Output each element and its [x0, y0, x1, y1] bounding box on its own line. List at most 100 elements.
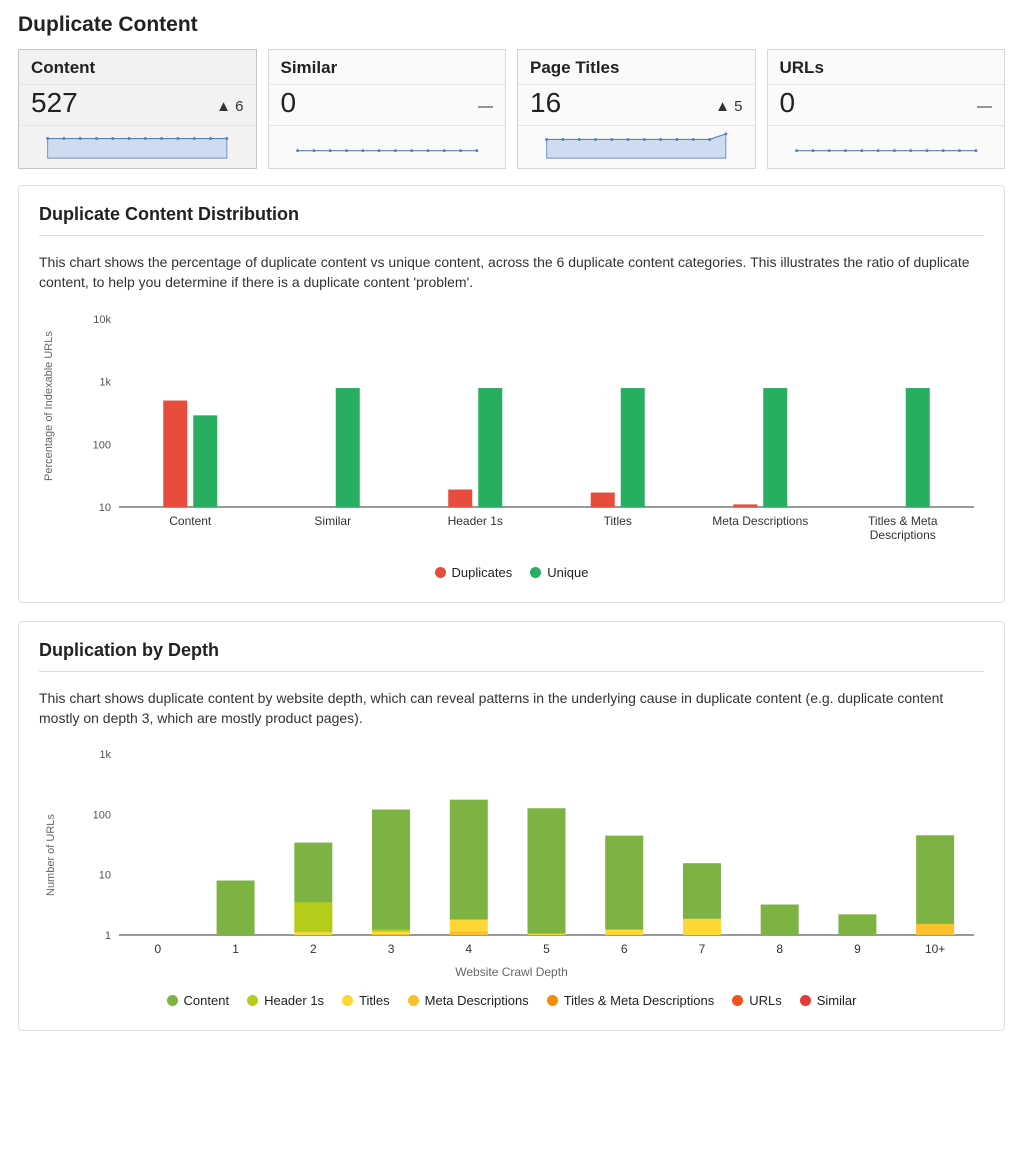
legend-dot [547, 995, 558, 1006]
legend-label: Header 1s [264, 993, 324, 1008]
metric-value-row: 0— [269, 85, 506, 126]
sparkline-wrap [19, 126, 256, 168]
legend-dot [408, 995, 419, 1006]
legend-dot [732, 995, 743, 1006]
sparkline-wrap [768, 126, 1005, 168]
depth-chart-svg: 1 10 100 1k 0 1 2 3 4 5 6 7 8 9 10+ [39, 746, 984, 961]
svg-text:0: 0 [155, 942, 162, 956]
metric-value: 527 [31, 87, 78, 119]
legend-label: URLs [749, 993, 782, 1008]
panel-description: This chart shows duplicate content by we… [39, 688, 984, 729]
panel-title: Duplication by Depth [39, 640, 984, 661]
svg-text:10+: 10+ [925, 942, 945, 956]
chart-legend: Content Header 1s Titles Meta Descriptions T… [39, 993, 984, 1008]
svg-text:4: 4 [465, 942, 472, 956]
metric-label: URLs [768, 50, 1005, 85]
legend-item[interactable]: URLs [732, 993, 782, 1008]
legend-label: Similar [817, 993, 857, 1008]
y-axis-label: Percentage of Indexable URLs [43, 331, 55, 481]
distribution-panel: Duplicate Content Distribution This char… [18, 185, 1005, 603]
svg-text:100: 100 [93, 439, 111, 451]
svg-text:8: 8 [776, 942, 783, 956]
depth-panel: Duplication by Depth This chart shows du… [18, 621, 1005, 1032]
legend-label: Titles & Meta Descriptions [564, 993, 715, 1008]
sparkline [778, 132, 995, 160]
svg-text:10: 10 [99, 502, 111, 514]
legend-label: Content [184, 993, 230, 1008]
legend-dot [800, 995, 811, 1006]
legend-item[interactable]: Similar [800, 993, 857, 1008]
metric-label: Page Titles [518, 50, 755, 85]
svg-text:3: 3 [388, 942, 395, 956]
metric-delta: — [478, 98, 493, 119]
svg-text:2: 2 [310, 942, 317, 956]
svg-text:100: 100 [93, 810, 111, 822]
sparkline [279, 132, 496, 160]
metric-card-similar[interactable]: Similar0— [268, 49, 507, 169]
svg-text:Descriptions: Descriptions [870, 528, 936, 542]
svg-text:1: 1 [232, 942, 239, 956]
metric-card-urls[interactable]: URLs0— [767, 49, 1006, 169]
page-title: Duplicate Content [18, 13, 1005, 37]
svg-text:Titles & Meta: Titles & Meta [868, 514, 938, 528]
metric-value: 16 [530, 87, 561, 119]
sparkline-wrap [518, 126, 755, 168]
svg-text:10k: 10k [93, 314, 111, 326]
legend-label: Meta Descriptions [425, 993, 529, 1008]
divider [39, 235, 984, 236]
y-axis-label: Number of URLs [45, 814, 57, 896]
svg-text:Content: Content [169, 514, 212, 528]
legend-dot [530, 567, 541, 578]
legend-label: Titles [359, 993, 390, 1008]
legend-label: Unique [547, 565, 588, 580]
legend-item[interactable]: Header 1s [247, 993, 324, 1008]
legend-item[interactable]: Titles & Meta Descriptions [547, 993, 715, 1008]
svg-text:Similar: Similar [314, 514, 351, 528]
x-axis-label: Website Crawl Depth [39, 965, 984, 979]
svg-text:6: 6 [621, 942, 628, 956]
legend-item-duplicates[interactable]: Duplicates [435, 565, 513, 580]
metric-value-row: 0— [768, 85, 1005, 126]
legend-dot [247, 995, 258, 1006]
svg-text:9: 9 [854, 942, 861, 956]
metric-delta: — [977, 98, 992, 119]
metric-delta: ▲ 6 [216, 98, 243, 119]
legend-dot [435, 567, 446, 578]
metric-cards-row: Content527▲ 6Similar0—Page Titles16▲ 5UR… [18, 49, 1005, 169]
legend-item[interactable]: Meta Descriptions [408, 993, 529, 1008]
metric-label: Similar [269, 50, 506, 85]
metric-value: 0 [281, 87, 297, 119]
legend-dot [167, 995, 178, 1006]
metric-label: Content [19, 50, 256, 85]
sparkline [528, 132, 745, 160]
chart-legend: Duplicates Unique [39, 565, 984, 580]
svg-text:5: 5 [543, 942, 550, 956]
depth-chart: Number of URLs 1 10 100 1k 0 1 2 3 4 5 6 7 8 9 10+ Web… [39, 746, 984, 1008]
legend-item[interactable]: Content [167, 993, 230, 1008]
panel-description: This chart shows the percentage of dupli… [39, 252, 984, 293]
legend-item-unique[interactable]: Unique [530, 565, 588, 580]
svg-text:Meta Descriptions: Meta Descriptions [712, 514, 808, 528]
svg-text:10: 10 [99, 870, 111, 882]
metric-card-content[interactable]: Content527 ▲ 6 [18, 49, 257, 169]
divider [39, 671, 984, 672]
metric-card-page-titles[interactable]: Page Titles16 ▲ 5 [517, 49, 756, 169]
svg-text:7: 7 [699, 942, 706, 956]
metric-delta: ▲ 5 [715, 98, 742, 119]
distribution-chart: Percentage of Indexable URLs 10 100 1k 10k C… [39, 311, 984, 580]
svg-text:Titles: Titles [604, 514, 632, 528]
distribution-chart-svg: 10 100 1k 10k Content Similar Header 1s Titles M… [39, 311, 984, 551]
panel-title: Duplicate Content Distribution [39, 204, 984, 225]
sparkline [29, 132, 246, 160]
svg-text:1k: 1k [99, 749, 111, 761]
metric-value: 0 [780, 87, 796, 119]
metric-value-row: 527 ▲ 6 [19, 85, 256, 126]
legend-item[interactable]: Titles [342, 993, 390, 1008]
svg-text:Header 1s: Header 1s [448, 514, 503, 528]
metric-value-row: 16 ▲ 5 [518, 85, 755, 126]
legend-dot [342, 995, 353, 1006]
sparkline-wrap [269, 126, 506, 168]
legend-label: Duplicates [452, 565, 513, 580]
svg-text:1k: 1k [99, 376, 111, 388]
svg-text:1: 1 [105, 930, 111, 942]
